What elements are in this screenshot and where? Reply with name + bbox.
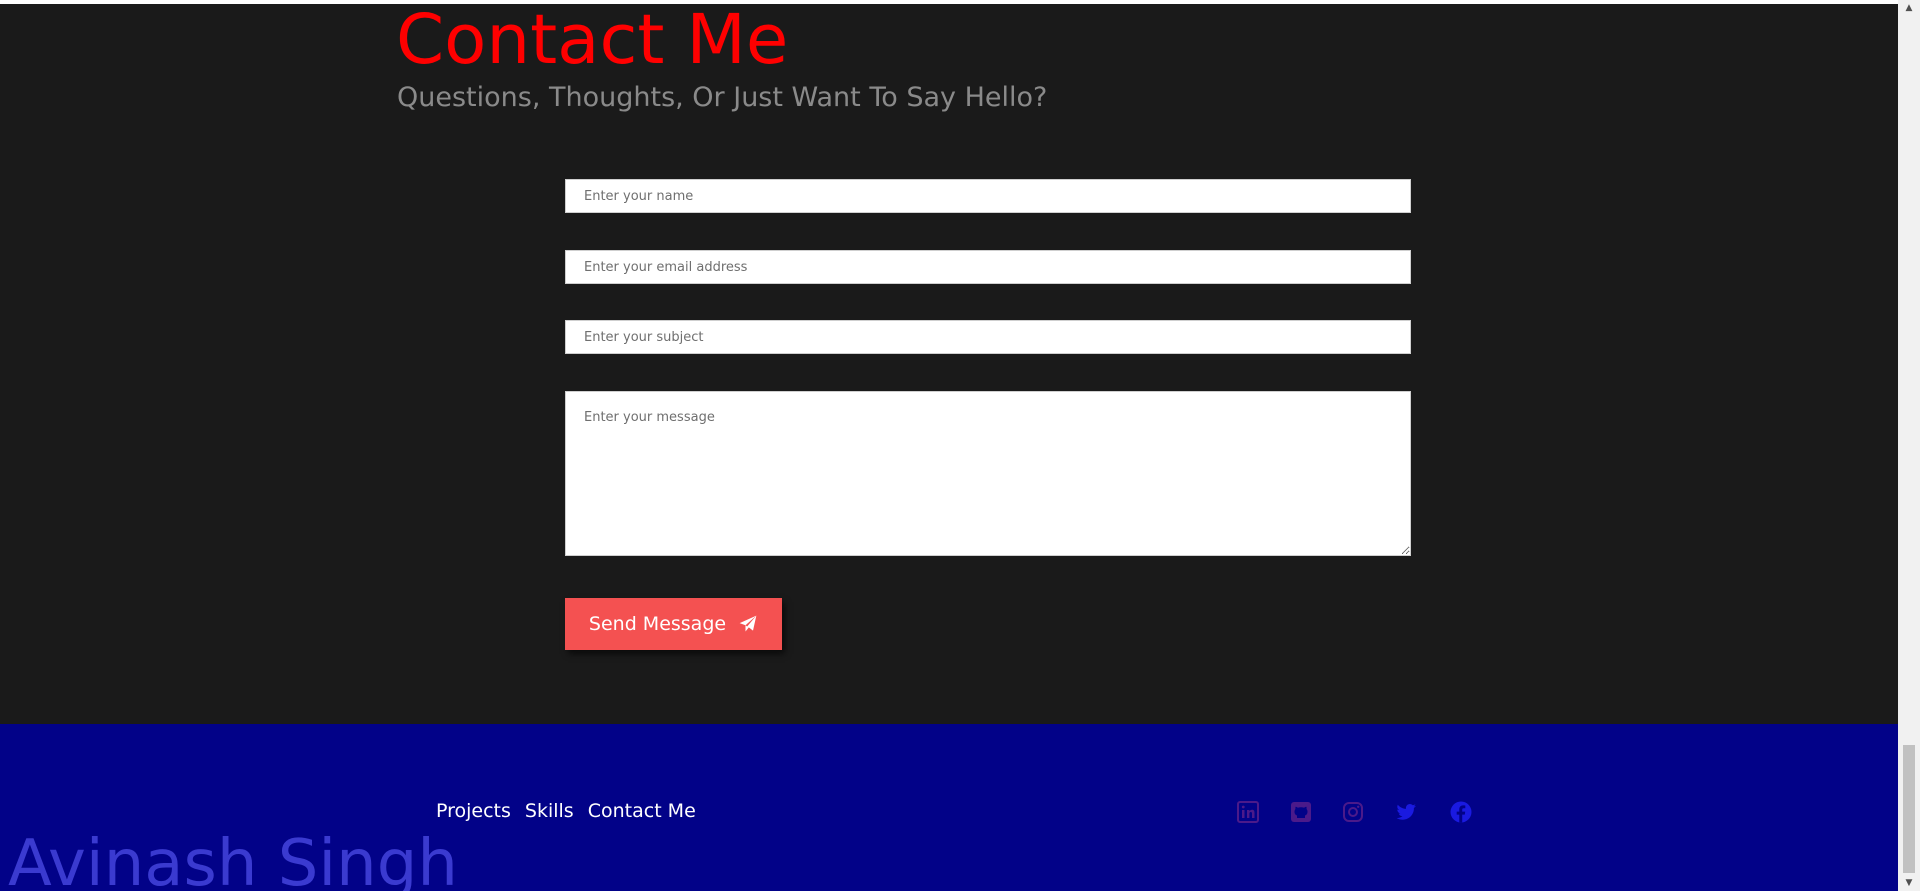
footer-link-skills[interactable]: Skills [525,800,574,822]
paper-plane-icon [739,615,757,632]
page: Contact Me Questions, Thoughts, Or Just … [0,0,1920,891]
github-icon[interactable] [1288,799,1314,825]
scroll-down-arrow-icon[interactable]: ▼ [1898,875,1920,891]
footer-nav: Projects Skills Contact Me [436,800,696,822]
contact-subtitle: Questions, Thoughts, Or Just Want To Say… [397,82,1048,113]
subject-input[interactable] [565,320,1411,354]
twitter-icon[interactable] [1393,799,1419,825]
scroll-thumb[interactable] [1903,745,1915,873]
footer-brand: Avinash Singh [8,827,458,891]
vertical-scrollbar[interactable]: ▲ ▼ [1898,0,1920,891]
name-input[interactable] [565,179,1411,213]
email-input[interactable] [565,250,1411,284]
message-textarea[interactable] [565,391,1411,556]
send-message-label: Send Message [588,613,727,635]
facebook-icon[interactable] [1448,799,1474,825]
linkedin-icon[interactable] [1235,799,1261,825]
footer-link-projects[interactable]: Projects [436,800,511,822]
contact-section: Contact Me Questions, Thoughts, Or Just … [0,4,1898,724]
footer: Projects Skills Contact Me Avinash Singh [0,724,1898,891]
send-message-button[interactable]: Send Message [565,598,782,650]
contact-title: Contact Me [396,0,789,80]
scroll-up-arrow-icon[interactable]: ▲ [1898,0,1920,16]
instagram-icon[interactable] [1340,799,1366,825]
footer-link-contact-me[interactable]: Contact Me [588,800,696,822]
